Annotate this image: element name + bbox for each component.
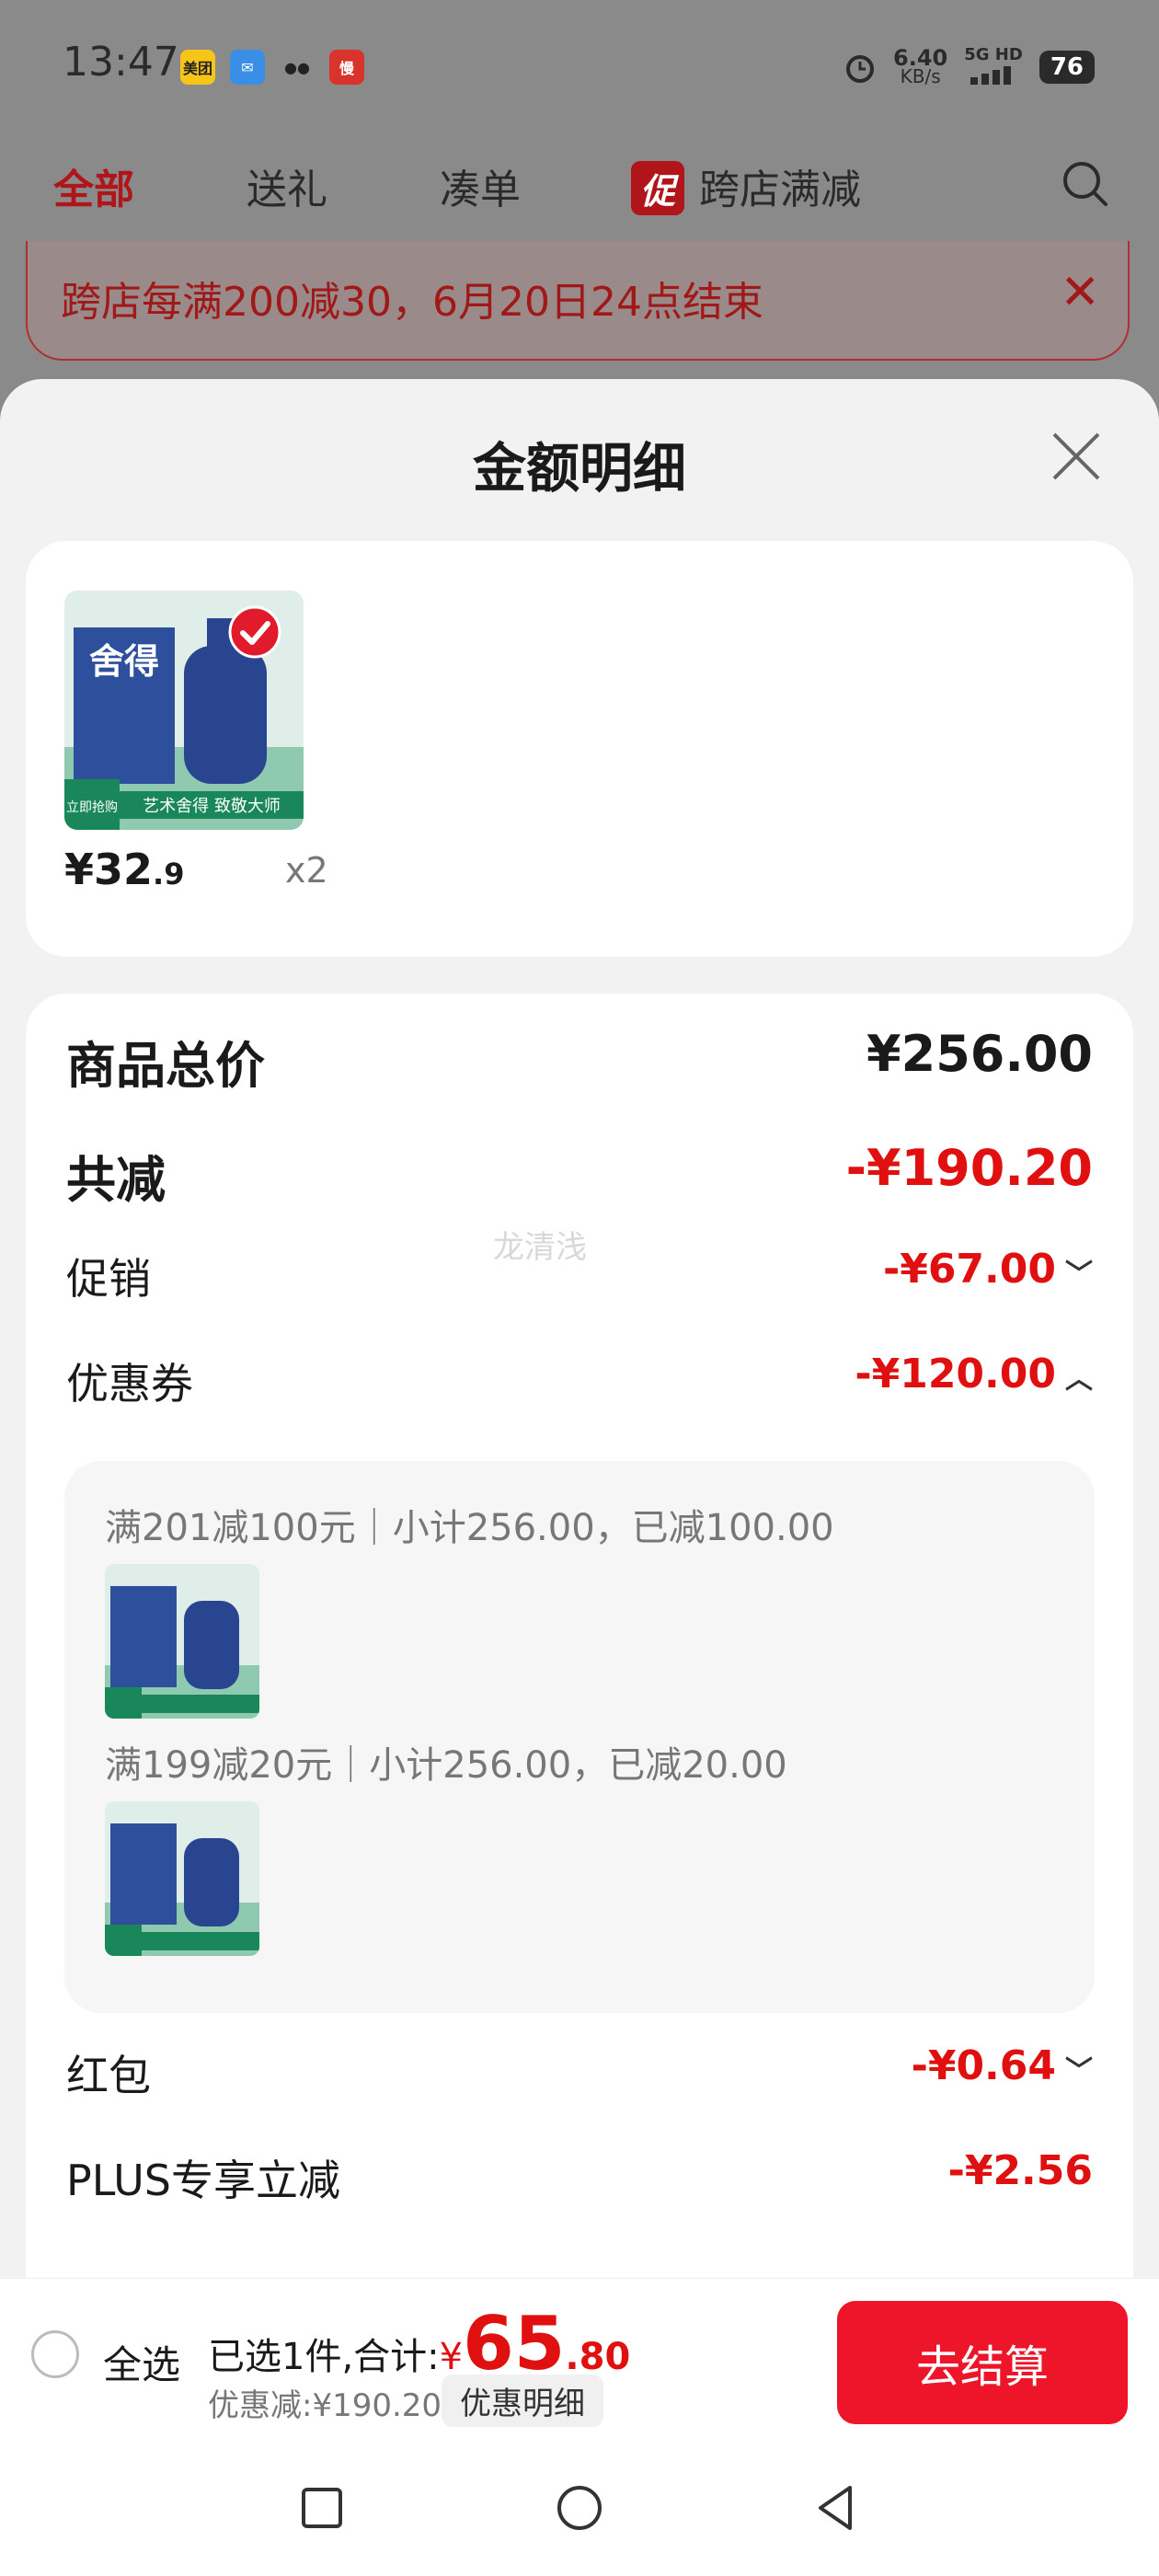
network-speed-unit: KB/s [900, 64, 941, 87]
promotion-value-wrap: -¥67.00 ﹀ [883, 1246, 1093, 1293]
tab-bundle[interactable]: 凑单 [440, 156, 521, 215]
promo-banner: 跨店每满200减30，6月20日24点结束 ✕ [26, 241, 1130, 361]
tab-cross-store[interactable]: 促跨店满减 [631, 156, 861, 215]
promotion-row[interactable]: 促销 -¥67.00 ﹀ [66, 1246, 1093, 1310]
close-icon[interactable] [1047, 427, 1106, 486]
red-packet-value: -¥0.64 [911, 2042, 1056, 2089]
checkmark-icon [228, 605, 281, 659]
total-currency: ¥ [439, 2336, 464, 2378]
chevron-down-icon: ﹀ [1065, 1259, 1093, 1291]
chevron-up-icon: ︿ [1065, 1363, 1093, 1396]
network-speed: 6.40 KB/s [893, 44, 948, 87]
plus-discount-row: PLUS专享立减 -¥2.56 [66, 2147, 1093, 2212]
promo-banner-text: 跨店每满200减30，6月20日24点结束 [61, 279, 763, 326]
coupon-line-2: 满199减20元｜小计256.00，已减20.00 [105, 1744, 787, 1787]
promotion-label: 促销 [66, 1254, 151, 1304]
promo-badge: 促 [631, 161, 685, 215]
checkout-button[interactable]: 去结算 [837, 2301, 1128, 2424]
tab-all[interactable]: 全部 [53, 156, 134, 215]
meituan-icon: 美团 [180, 50, 215, 85]
app-icon: 慢 [329, 50, 364, 85]
close-icon[interactable]: ✕ [1060, 265, 1100, 320]
battery-indicator: 76 [1039, 50, 1095, 84]
network-type-label: 5G HD [964, 45, 1023, 64]
product-tag: 立即抢购 [66, 799, 118, 815]
product-quantity: x2 [285, 850, 328, 891]
promotion-value: -¥67.00 [882, 1246, 1056, 1293]
status-time: 13:47 [63, 39, 179, 86]
coupon-line-1: 满201减100元｜小计256.00，已减100.00 [105, 1507, 834, 1549]
network-type: 5G HD [964, 46, 1023, 87]
mail-icon: ✉ [230, 50, 265, 85]
top-tabs: 全部 送礼 凑单 促跨店满减 [0, 138, 1159, 230]
total-amount-dec: .80 [565, 2336, 631, 2378]
network-speed-value: 6.40 [893, 44, 948, 71]
coupon-value-wrap: -¥120.00 ︿ [855, 1351, 1093, 1397]
notification-icons: 美团 ✉ ●● 慢 [180, 50, 364, 85]
product-price: ¥32.9 [64, 845, 184, 894]
home-icon[interactable] [552, 2480, 607, 2536]
sheet-title: 金额明细 [472, 437, 686, 500]
amount-detail-card: 商品总价 ¥256.00 共减 -¥190.20 龙清浅 促销 -¥67.00 ﹀… [26, 994, 1133, 2300]
select-all-radio[interactable] [31, 2330, 79, 2378]
red-packet-value-wrap: -¥0.64 ﹀ [912, 2042, 1093, 2089]
total-reduce-value: -¥190.20 [845, 1139, 1093, 1197]
discount-detail-button[interactable]: 优惠明细 [442, 2375, 603, 2427]
product-price-dec: .9 [153, 857, 185, 891]
total-price-row: 商品总价 ¥256.00 [66, 1025, 1093, 1095]
coupon-label: 优惠券 [66, 1359, 193, 1409]
amount-detail-sheet: 金额明细 舍得 立即抢购 艺术舍得 致敬大师 ¥32.9 x2 商品总价 ¥25… [0, 379, 1159, 2576]
coupon-row[interactable]: 优惠券 -¥120.00 ︿ [66, 1351, 1093, 1415]
chevron-down-icon: ﹀ [1065, 2055, 1093, 2087]
red-packet-row[interactable]: 红包 -¥0.64 ﹀ [66, 2042, 1093, 2107]
alarm-icon [846, 54, 875, 83]
recents-icon[interactable] [294, 2480, 350, 2536]
plus-discount-label: PLUS专享立减 [66, 2156, 340, 2205]
tab-cross-store-label: 跨店满减 [699, 167, 862, 213]
back-icon[interactable] [809, 2480, 865, 2536]
discount-summary: 优惠减:¥190.20 [208, 2387, 442, 2424]
coupon-product-image [105, 1801, 259, 1956]
total-reduce-row: 共减 -¥190.20 [66, 1139, 1093, 1209]
checkout-bar: 全选 已选1件,合计:¥65.80 优惠减:¥190.20 优惠明细 去结算 [0, 2278, 1159, 2439]
summary-prefix: 已选1件,合计: [208, 2336, 440, 2378]
coupon-detail-box: 满201减100元｜小计256.00，已减100.00 满199减20元｜小计2… [64, 1461, 1095, 2013]
coupon-product-image [105, 1564, 259, 1719]
system-indicators: 6.40 KB/s 5G HD 76 [843, 46, 1095, 87]
red-packet-label: 红包 [66, 2051, 151, 2100]
search-icon[interactable] [1060, 158, 1111, 210]
plus-discount-value: -¥2.56 [947, 2147, 1093, 2194]
product-brand: 舍得 [89, 641, 159, 682]
total-price-value: ¥256.00 [866, 1025, 1093, 1083]
product-card: 舍得 立即抢购 艺术舍得 致敬大师 ¥32.9 x2 [26, 541, 1133, 957]
status-bar: 13:47 美团 ✉ ●● 慢 6.40 KB/s 5G HD 76 [0, 0, 1159, 138]
product-price-int: ¥32 [64, 845, 154, 894]
wechat-icon: ●● [280, 50, 315, 85]
product-slogan: 艺术舍得 致敬大师 [143, 797, 281, 816]
select-all-label[interactable]: 全选 [103, 2334, 180, 2390]
total-reduce-label: 共减 [66, 1151, 166, 1209]
system-nav-bar [0, 2438, 1159, 2576]
tab-gift[interactable]: 送礼 [247, 156, 327, 215]
total-price-label: 商品总价 [66, 1037, 265, 1095]
coupon-value: -¥120.00 [855, 1351, 1056, 1397]
signal-icon [970, 66, 1012, 85]
